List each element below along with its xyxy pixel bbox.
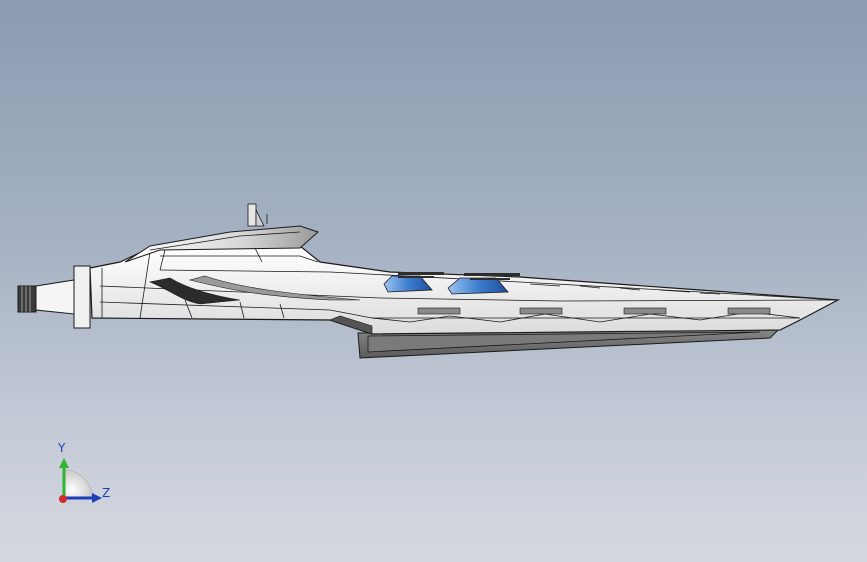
model-canvas[interactable]: [0, 0, 867, 562]
rear-engine[interactable]: [17, 265, 91, 329]
y-axis-label: Y: [58, 441, 66, 455]
x-axis-dot: [59, 495, 67, 503]
antenna-mast: [247, 203, 268, 227]
axis-triad: [59, 458, 102, 503]
z-axis-label: Z: [102, 486, 111, 500]
triad-quadrant: [63, 469, 93, 499]
3d-viewport[interactable]: Y Z: [0, 0, 867, 562]
